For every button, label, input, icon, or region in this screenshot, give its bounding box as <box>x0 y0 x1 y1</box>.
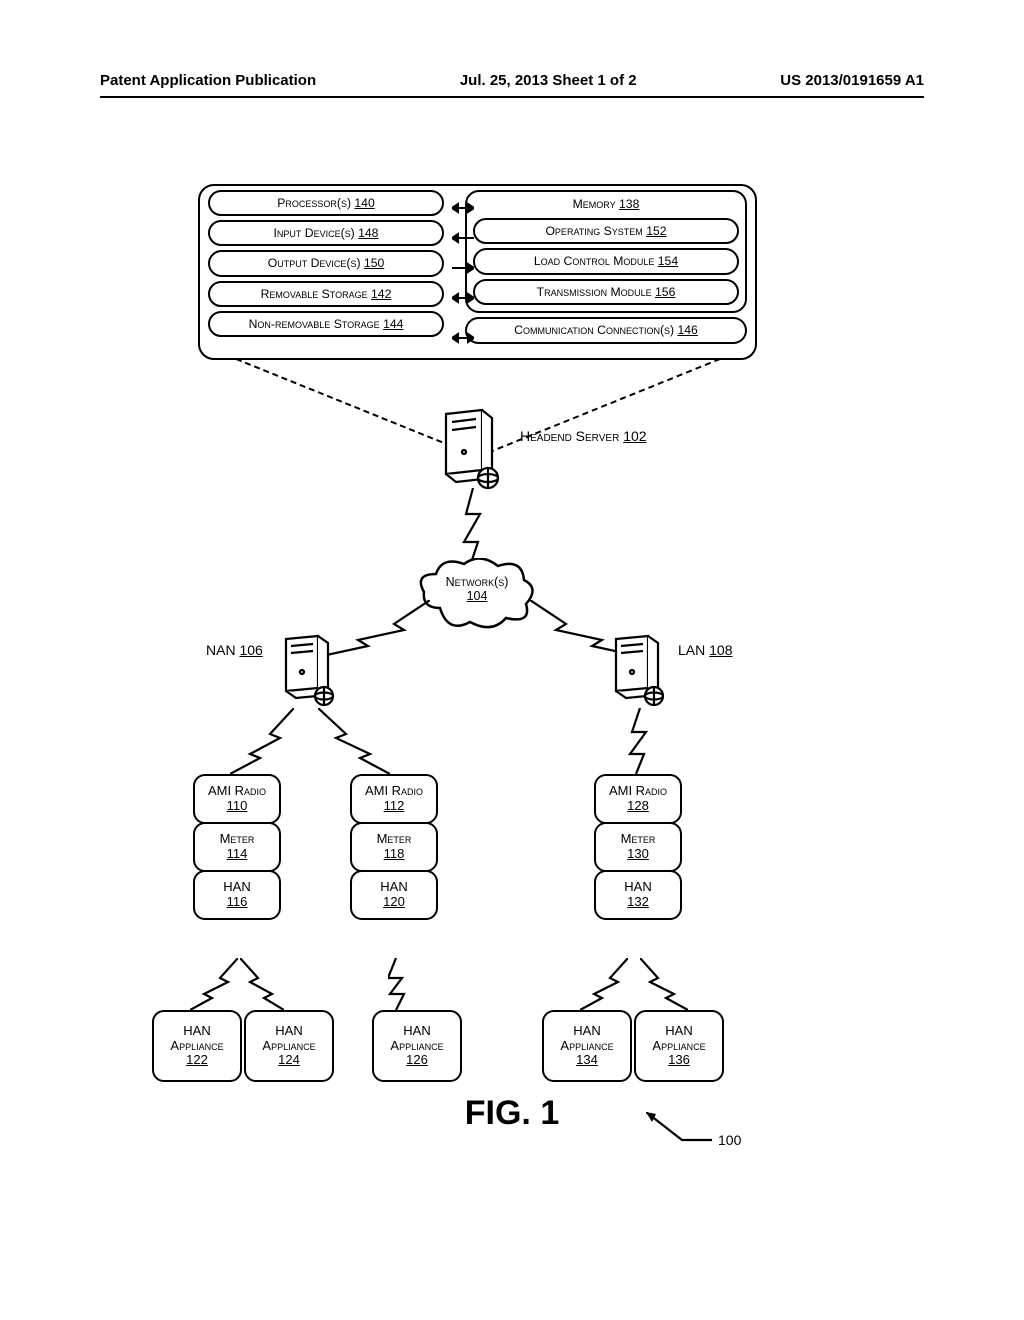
internal-bus-arrows <box>452 196 474 348</box>
bolt-lan <box>628 708 652 774</box>
meter-118: Meter118 <box>350 822 438 872</box>
output-devices-block: Output Device(s) 150 <box>208 250 444 276</box>
han-116: HAN116 <box>193 870 281 920</box>
header-right: US 2013/0191659 A1 <box>780 72 924 89</box>
processors-block: Processor(s) 140 <box>208 190 444 216</box>
nan-label: NAN 106 <box>206 642 263 658</box>
network-label: Network(s)104 <box>436 575 518 604</box>
han-appliance-122: HAN Appliance122 <box>152 1010 242 1082</box>
bolt-server-network <box>458 488 488 566</box>
ami-radio-110: AMI Radio110 <box>193 774 281 824</box>
figure-ref-100: 100 <box>718 1132 741 1148</box>
input-devices-block: Input Device(s) 148 <box>208 220 444 246</box>
bolt-han120-a126 <box>388 958 420 1010</box>
meter-130: Meter130 <box>594 822 682 872</box>
han-appliance-134: HAN Appliance134 <box>542 1010 632 1082</box>
headend-server-label: Headend Server 102 <box>520 428 647 444</box>
communication-connections-block: Communication Connection(s) 146 <box>465 317 747 343</box>
han-appliance-124: HAN Appliance124 <box>244 1010 334 1082</box>
bolt-han116-a122 <box>190 958 238 1010</box>
bolt-han116-a124 <box>240 958 284 1010</box>
bolt-han132-a136 <box>640 958 688 1010</box>
headend-detail-box: Processor(s) 140 Input Device(s) 148 Out… <box>198 184 757 360</box>
header-center: Jul. 25, 2013 Sheet 1 of 2 <box>460 72 637 89</box>
operating-system-block: Operating System 152 <box>473 218 739 244</box>
page-header: Patent Application Publication Jul. 25, … <box>100 72 924 89</box>
header-left: Patent Application Publication <box>100 72 316 89</box>
server-icon <box>438 408 502 490</box>
bolt-nan-left <box>230 708 294 774</box>
lan-server-icon <box>610 634 666 710</box>
nan-left-stack: AMI Radio110 Meter114 HAN116 <box>193 774 281 920</box>
figure-ref-leader <box>646 1112 712 1148</box>
nan-right-stack: AMI Radio112 Meter118 HAN120 <box>350 774 438 920</box>
callout-dashed-left <box>236 358 452 447</box>
figure-title: FIG. 1 <box>0 1094 1024 1133</box>
header-rule <box>100 96 924 98</box>
han-appliance-126: HAN Appliance126 <box>372 1010 462 1082</box>
bolt-han132-a134 <box>580 958 628 1010</box>
ami-radio-128: AMI Radio128 <box>594 774 682 824</box>
removable-storage-block: Removable Storage 142 <box>208 281 444 307</box>
nan-server-icon <box>280 634 336 710</box>
lan-stack: AMI Radio128 Meter130 HAN132 <box>594 774 682 920</box>
ami-radio-112: AMI Radio112 <box>350 774 438 824</box>
han-132: HAN132 <box>594 870 682 920</box>
lan-label: LAN 108 <box>678 642 732 658</box>
han-120: HAN120 <box>350 870 438 920</box>
bolt-network-nan <box>322 600 430 656</box>
nonremovable-storage-block: Non-removable Storage 144 <box>208 311 444 337</box>
memory-block: Memory 138 Operating System 152 Load Con… <box>465 190 747 313</box>
bolt-nan-right <box>318 708 390 774</box>
han-appliance-136: HAN Appliance136 <box>634 1010 724 1082</box>
load-control-module-block: Load Control Module 154 <box>473 248 739 274</box>
meter-114: Meter114 <box>193 822 281 872</box>
transmission-module-block: Transmission Module 156 <box>473 279 739 305</box>
